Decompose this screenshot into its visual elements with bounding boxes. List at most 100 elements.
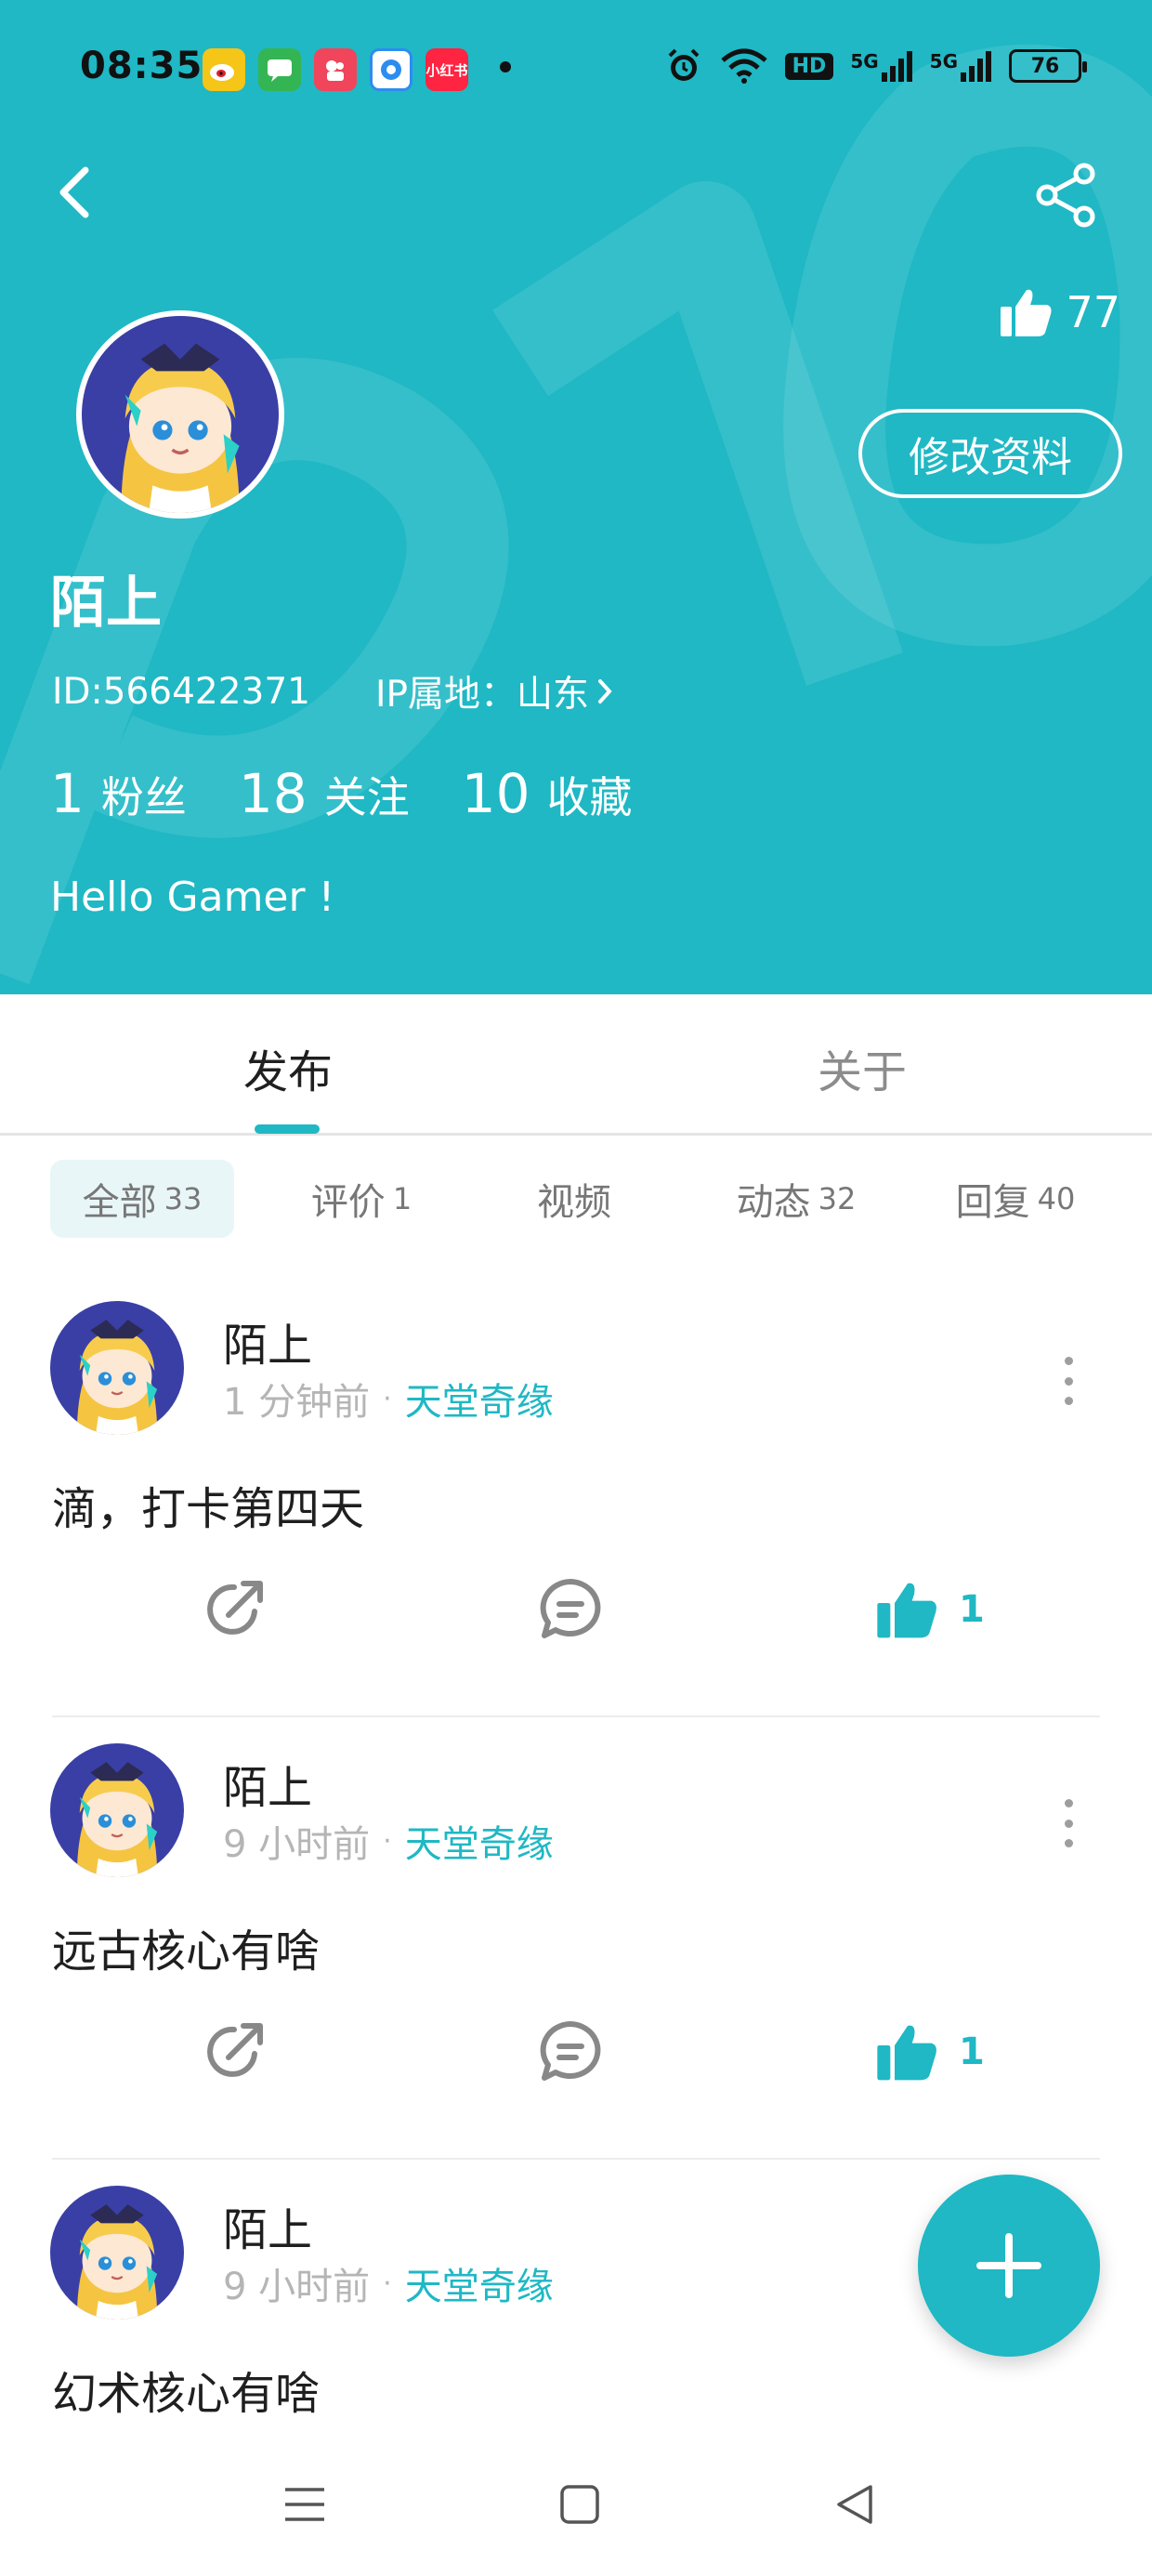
likes-count: 77 (1066, 287, 1120, 337)
nav-back-button[interactable] (818, 2472, 892, 2537)
weibo-app-icon (203, 48, 245, 91)
messages-app-icon (258, 48, 301, 91)
battery-indicator: 76 (1009, 49, 1087, 83)
stat-label: 关注 (323, 772, 410, 822)
ip-location-link[interactable]: IP属地：山东 (375, 665, 615, 717)
stat-favorites[interactable]: 10 收藏 (462, 762, 633, 825)
post-avatar[interactable] (50, 2186, 184, 2320)
profile-likes: 77 (999, 286, 1120, 338)
status-bar: 08:35 小红书 HD 5G 5G 76 (0, 0, 1152, 139)
post-avatar[interactable] (50, 1743, 184, 1877)
post-game-tag[interactable]: 天堂奇缘 (405, 1372, 554, 1426)
filter-label: 评价 (310, 1181, 386, 1224)
create-post-button[interactable] (918, 2175, 1100, 2357)
comment-button[interactable] (535, 2005, 606, 2098)
like-count: 1 (959, 2031, 985, 2073)
stat-following[interactable]: 18 关注 (239, 762, 410, 825)
comment-button[interactable] (535, 1563, 606, 1656)
filter-label: 回复 (955, 1181, 1030, 1224)
profile-tabs: 发布 关于 (0, 994, 1152, 1136)
feed-post[interactable]: 陌上 1 分钟前 · 天堂奇缘 滴，打卡第四天 1 (0, 1275, 1152, 1717)
profile-id-line: ID:566422371 IP属地：山东 (52, 665, 615, 717)
post-author[interactable]: 陌上 (223, 1751, 312, 1816)
post-meta: 9 小时前 · 天堂奇缘 (223, 2256, 554, 2310)
more-options-icon[interactable] (1057, 1353, 1080, 1409)
stat-followers[interactable]: 1 粉丝 (50, 762, 187, 825)
comment-icon (540, 2021, 601, 2081)
wifi-icon (720, 48, 767, 84)
filter-reviews[interactable]: 评价 1 (281, 1160, 442, 1238)
post-time: 1 分钟前 (223, 1381, 371, 1424)
filter-all[interactable]: 全部 33 (50, 1160, 234, 1238)
stat-number: 10 (461, 762, 530, 825)
filter-count: 1 (392, 1181, 412, 1216)
share-arrow-icon (207, 1581, 263, 1635)
post-game-tag[interactable]: 天堂奇缘 (405, 1814, 554, 1868)
signal-5g-icon-2: 5G (930, 50, 992, 82)
edit-profile-button[interactable]: 修改资料 (858, 409, 1122, 498)
meta-separator: · (383, 1382, 392, 1415)
like-button[interactable]: 1 (875, 1563, 985, 1656)
share-post-button[interactable] (201, 1563, 271, 1656)
share-icon (1036, 163, 1095, 228)
tab-about[interactable]: 关于 (818, 1035, 907, 1100)
tab-indicator (255, 1124, 320, 1134)
thumbs-up-icon (877, 1583, 936, 1638)
filter-label: 视频 (537, 1181, 611, 1224)
filter-label: 全部 (82, 1181, 157, 1224)
triangle-back-icon (837, 2485, 872, 2524)
post-game-tag[interactable]: 天堂奇缘 (405, 2256, 554, 2310)
post-author[interactable]: 陌上 (223, 1308, 312, 1373)
like-button[interactable]: 1 (875, 2005, 985, 2098)
square-icon (560, 2485, 599, 2524)
feed-post[interactable]: 陌上 9 小时前 · 天堂奇缘 远古核心有啥 1 (0, 1717, 1152, 2160)
filter-label: 动态 (736, 1181, 811, 1224)
stat-number: 18 (238, 762, 308, 825)
camera-app-icon (314, 48, 357, 91)
comment-icon (540, 1579, 601, 1638)
share-post-button[interactable] (201, 2005, 271, 2098)
post-time: 9 小时前 (223, 1823, 371, 1866)
filter-moments[interactable]: 动态 32 (717, 1160, 875, 1238)
meta-separator: · (383, 1824, 392, 1858)
browser-app-icon (370, 48, 412, 91)
post-meta: 9 小时前 · 天堂奇缘 (223, 1814, 554, 1868)
xiaohongshu-app-icon: 小红书 (425, 48, 468, 91)
status-app-icons: 小红书 (203, 48, 468, 91)
profile-bio: Hello Gamer ! (50, 874, 335, 921)
filter-count: 32 (818, 1181, 857, 1216)
share-button[interactable] (1031, 160, 1102, 230)
like-count: 1 (959, 1588, 985, 1631)
chevron-left-icon (59, 166, 89, 218)
nav-menu-button[interactable] (268, 2472, 342, 2537)
filter-replies[interactable]: 回复 40 (936, 1160, 1094, 1238)
post-actions: 1 (0, 1563, 1152, 1656)
ip-location: IP属地：山东 (375, 674, 590, 716)
thumbs-up-icon (877, 2025, 936, 2081)
post-author[interactable]: 陌上 (223, 2193, 312, 2258)
post-actions: 1 (0, 2005, 1152, 2098)
hd-icon: HD (784, 52, 834, 80)
stat-label: 粉丝 (100, 772, 187, 822)
stat-label: 收藏 (546, 772, 633, 822)
profile-avatar[interactable] (76, 310, 284, 519)
filter-count: 33 (164, 1181, 203, 1216)
profile-username: 陌上 (50, 571, 162, 636)
tab-publish[interactable]: 发布 (243, 1035, 333, 1100)
post-time: 9 小时前 (223, 2266, 371, 2308)
nav-home-button[interactable] (543, 2472, 617, 2537)
plus-icon (976, 2233, 1041, 2298)
more-options-icon[interactable] (1057, 1795, 1080, 1851)
signal-5g-icon-1: 5G (850, 50, 912, 82)
back-button[interactable] (45, 160, 104, 225)
post-content: 滴，打卡第四天 (52, 1483, 365, 1535)
filter-videos[interactable]: 视频 (502, 1160, 647, 1238)
post-avatar[interactable] (50, 1301, 184, 1435)
notification-dot (500, 61, 511, 72)
post-meta: 1 分钟前 · 天堂奇缘 (223, 1372, 554, 1426)
status-indicators: HD 5G 5G 76 (664, 46, 1087, 85)
profile-stats: 1 粉丝 18 关注 10 收藏 (50, 762, 685, 825)
thumbs-up-icon (1001, 289, 1052, 336)
alarm-icon (668, 48, 700, 81)
status-time: 08:35 (80, 45, 203, 87)
